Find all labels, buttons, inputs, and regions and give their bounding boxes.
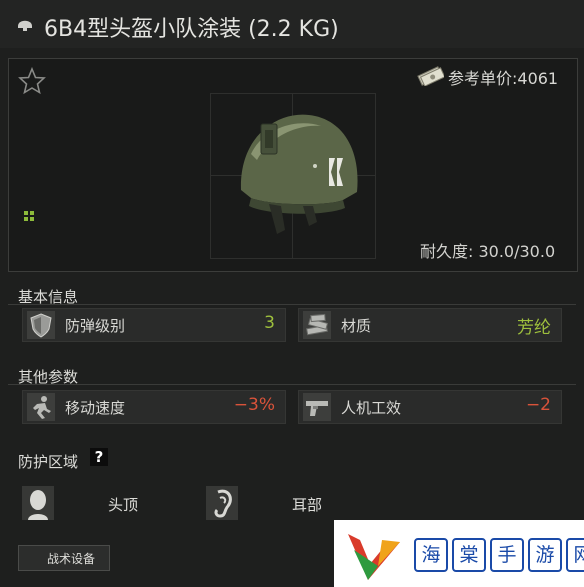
tactical-equipment-label: 战术设备 [47, 552, 96, 566]
ear-icon [206, 486, 238, 520]
stat-value: −3% [233, 395, 275, 415]
helmet-image [240, 114, 358, 234]
reference-price: 参考单价:4061 [448, 69, 559, 88]
divider [8, 384, 576, 385]
item-image-frame [210, 93, 376, 259]
watermark-char: 手 [490, 538, 524, 572]
zone-label-ear: 耳部 [292, 496, 323, 514]
pistol-icon [303, 393, 331, 421]
running-icon [27, 393, 55, 421]
watermark-char: 海 [414, 538, 448, 572]
site-watermark: 海 棠 手 游 网 [334, 520, 584, 587]
stat-value: 3 [264, 313, 275, 333]
zone-label-head-top: 头顶 [108, 496, 139, 514]
stat-value: 芳纶 [517, 318, 551, 338]
stat-ergonomics: 人机工效 −2 [298, 390, 562, 424]
section-heading-protection: 防护区域 [18, 453, 79, 471]
stat-move-speed: 移动速度 −3% [22, 390, 286, 424]
watermark-char: 棠 [452, 538, 486, 572]
material-icon [303, 311, 331, 339]
tactical-equipment-button[interactable]: 战术设备 [18, 545, 110, 571]
stat-label: 防弹级别 [65, 317, 126, 335]
durability: 耐久度: 30.0/30.0 [420, 242, 556, 261]
stat-value: −2 [525, 395, 551, 415]
stat-label: 材质 [341, 317, 372, 335]
favorite-star-icon[interactable] [18, 67, 46, 95]
grid-icon [24, 211, 34, 221]
stat-label: 人机工效 [341, 399, 402, 417]
money-icon [417, 66, 444, 86]
stat-material: 材质 芳纶 [298, 308, 562, 342]
watermark-char: 游 [528, 538, 562, 572]
helmet-icon [18, 20, 32, 31]
window-title: 6B4型头盔小队涂装 (2.2 KG) [44, 17, 339, 42]
title-bar: 6B4型头盔小队涂装 (2.2 KG) [0, 0, 584, 49]
watermark-char: 网 [566, 538, 584, 572]
divider [8, 304, 576, 305]
stat-label: 移动速度 [65, 399, 126, 417]
help-icon[interactable]: ? [90, 448, 108, 466]
shield-icon [27, 311, 55, 339]
head-top-icon [22, 486, 54, 520]
stat-armor-class: 防弹级别 3 [22, 308, 286, 342]
watermark-logo-icon [348, 534, 400, 580]
